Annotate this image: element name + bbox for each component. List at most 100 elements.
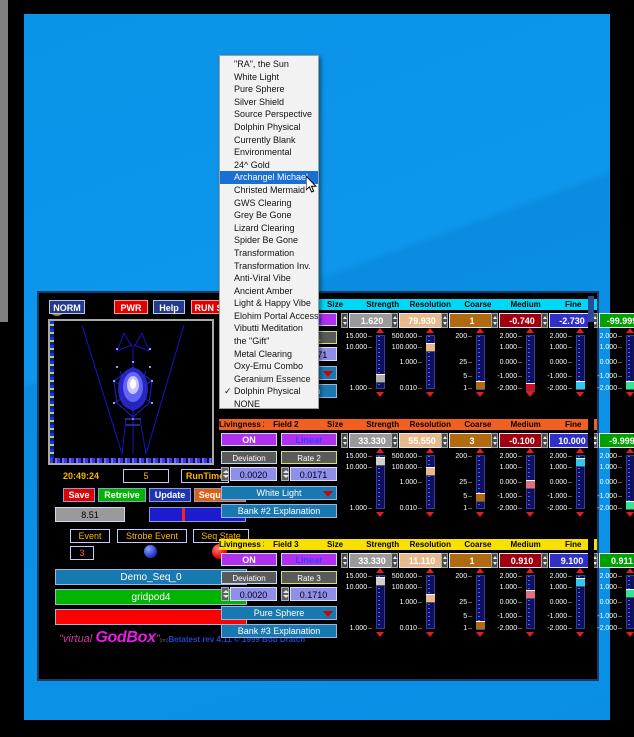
gauge-decrease-arrow[interactable] (476, 632, 484, 637)
gauge-knob[interactable] (576, 577, 585, 587)
gauge-knob[interactable] (576, 457, 585, 467)
gauge-increase-arrow[interactable] (476, 328, 484, 333)
gauge-knob[interactable] (576, 381, 585, 391)
readout-value[interactable]: 3 (449, 433, 495, 448)
readout-value[interactable]: 11.110 (399, 553, 445, 568)
help-button[interactable]: Help (153, 300, 185, 314)
readout-stepper[interactable] (391, 313, 398, 328)
gauge-decrease-arrow[interactable] (426, 632, 434, 637)
dropdown-item[interactable]: Currently Blank (220, 134, 318, 147)
preset-dropdown-list[interactable]: "RA", the Sun White Light Pure Sphere Silve… (219, 55, 319, 409)
gauge-increase-arrow[interactable] (626, 328, 634, 333)
gauge-decrease-arrow[interactable] (626, 512, 634, 517)
gauge-decrease-arrow[interactable] (576, 632, 584, 637)
readout-value[interactable]: 1 (449, 313, 495, 328)
dropdown-item[interactable]: Pure Sphere (220, 83, 318, 96)
bank-explanation-button[interactable]: Bank #2 Explanation (221, 504, 337, 518)
gauge-increase-arrow[interactable] (476, 448, 484, 453)
bank-linear-toggle[interactable]: Linear (281, 553, 337, 566)
bank-on-toggle[interactable]: ON (221, 553, 277, 566)
gauge-track[interactable] (526, 335, 535, 389)
status-red-bar[interactable] (55, 609, 247, 625)
gauge-coarse[interactable]: 2.000 1.000 0.000 -1.000 -2.000 (491, 328, 537, 397)
gauge-increase-arrow[interactable] (576, 448, 584, 453)
readout-value[interactable]: 33.330 (349, 553, 395, 568)
dropdown-item[interactable]: the "Gift" (220, 335, 318, 348)
event-value-field[interactable]: 3 (70, 546, 94, 560)
dropdown-item[interactable]: Archangel Michael (220, 171, 318, 184)
gauge-increase-arrow[interactable] (376, 568, 384, 573)
gauge-knob[interactable] (526, 383, 535, 393)
dropdown-item[interactable]: Geranium Essence (220, 373, 318, 386)
gauge-knob[interactable] (376, 576, 385, 586)
dropdown-item[interactable]: Environmental (220, 146, 318, 159)
dropdown-item[interactable]: White Light (220, 71, 318, 84)
pwr-button[interactable]: PWR (114, 300, 148, 314)
gauge-resolution[interactable]: 200 25 5 1 (441, 568, 487, 637)
figure-visualization-display[interactable] (48, 319, 214, 465)
gauge-increase-arrow[interactable] (376, 448, 384, 453)
dropdown-item[interactable]: ✓ Dolphin Physical (220, 385, 318, 398)
dropdown-item[interactable]: Spider Be Gone (220, 234, 318, 247)
dropdown-item[interactable]: Grey Be Gone (220, 209, 318, 222)
readout-value[interactable]: 0.910 (499, 553, 545, 568)
dropdown-item[interactable]: Light & Happy Vibe (220, 297, 318, 310)
readout-value[interactable]: 55.550 (399, 433, 445, 448)
gauge-fine[interactable]: 2.000 1.000 0.000 -1.000 -2.000 (591, 448, 634, 517)
gauge-decrease-arrow[interactable] (476, 512, 484, 517)
gauge-increase-arrow[interactable] (476, 568, 484, 573)
gauge-track[interactable] (626, 575, 634, 629)
dropdown-item[interactable]: Lizard Clearing (220, 222, 318, 235)
gauge-decrease-arrow[interactable] (576, 392, 584, 397)
readout-stepper[interactable] (391, 433, 398, 448)
gauge-increase-arrow[interactable] (576, 568, 584, 573)
dropdown-item[interactable]: Silver Shield (220, 96, 318, 109)
deviation-value[interactable]: 0.0020 (230, 467, 277, 481)
readout-stepper[interactable] (441, 553, 448, 568)
readout-value[interactable]: -0.740 (499, 313, 545, 328)
readout-value[interactable]: -9.999 (599, 433, 634, 448)
gauge-decrease-arrow[interactable] (626, 632, 634, 637)
dropdown-item[interactable]: Transformation Inv. (220, 260, 318, 273)
readout-value[interactable]: 1.620 (349, 313, 395, 328)
gauge-decrease-arrow[interactable] (526, 392, 534, 397)
gauge-knob[interactable] (526, 589, 535, 599)
gauge-increase-arrow[interactable] (526, 568, 534, 573)
dropdown-item[interactable]: Transformation (220, 247, 318, 260)
bank-linear-toggle[interactable]: Linear (281, 433, 337, 446)
gauge-knob[interactable] (426, 466, 435, 476)
dropdown-item[interactable]: Metal Clearing (220, 348, 318, 361)
gauge-track[interactable] (426, 455, 435, 509)
readout-stepper[interactable] (541, 553, 548, 568)
dropdown-item[interactable]: 24^ Gold (220, 159, 318, 172)
dropdown-item[interactable]: Christed Mermaid (220, 184, 318, 197)
rate-stepper[interactable] (281, 467, 289, 481)
gauge-knob[interactable] (426, 342, 435, 352)
dropdown-item[interactable]: Vibutti Meditation (220, 322, 318, 335)
gauge-increase-arrow[interactable] (426, 448, 434, 453)
readout-stepper[interactable] (491, 313, 498, 328)
demo-sequence-bar[interactable]: Demo_Seq_0 (55, 569, 247, 585)
readout-value[interactable]: 79.930 (399, 313, 445, 328)
gauge-strength[interactable]: 500.000 100.000 1.000 0.010 (391, 568, 437, 637)
gauge-decrease-arrow[interactable] (426, 392, 434, 397)
readout-stepper[interactable] (541, 313, 548, 328)
gauge-decrease-arrow[interactable] (576, 512, 584, 517)
dropdown-item[interactable]: GWS Clearing (220, 197, 318, 210)
gauge-increase-arrow[interactable] (426, 328, 434, 333)
dropdown-item[interactable]: Anti-Viral Vibe (220, 272, 318, 285)
preset-select[interactable]: Pure Sphere (221, 606, 337, 620)
dropdown-item[interactable]: Elohim Portal Access (220, 310, 319, 323)
gauge-track[interactable] (526, 575, 535, 629)
gauge-fine[interactable]: 2.000 1.000 0.000 -1.000 -2.000 (591, 328, 634, 397)
gauge-resolution[interactable]: 200 25 5 1 (441, 448, 487, 517)
gauge-size[interactable]: 15.000 10.000 1.000 (341, 568, 387, 637)
gauge-decrease-arrow[interactable] (526, 512, 534, 517)
scrollbar-thumb[interactable] (588, 296, 594, 322)
deviation-value[interactable]: 0.0020 (230, 587, 277, 601)
readout-value[interactable]: -99.999 (599, 313, 634, 328)
update-button[interactable]: Update (149, 488, 191, 502)
readout-stepper[interactable] (341, 313, 348, 328)
readout-value[interactable]: 1 (449, 553, 495, 568)
gauge-size[interactable]: 15.000 10.000 1.000 (341, 328, 387, 397)
